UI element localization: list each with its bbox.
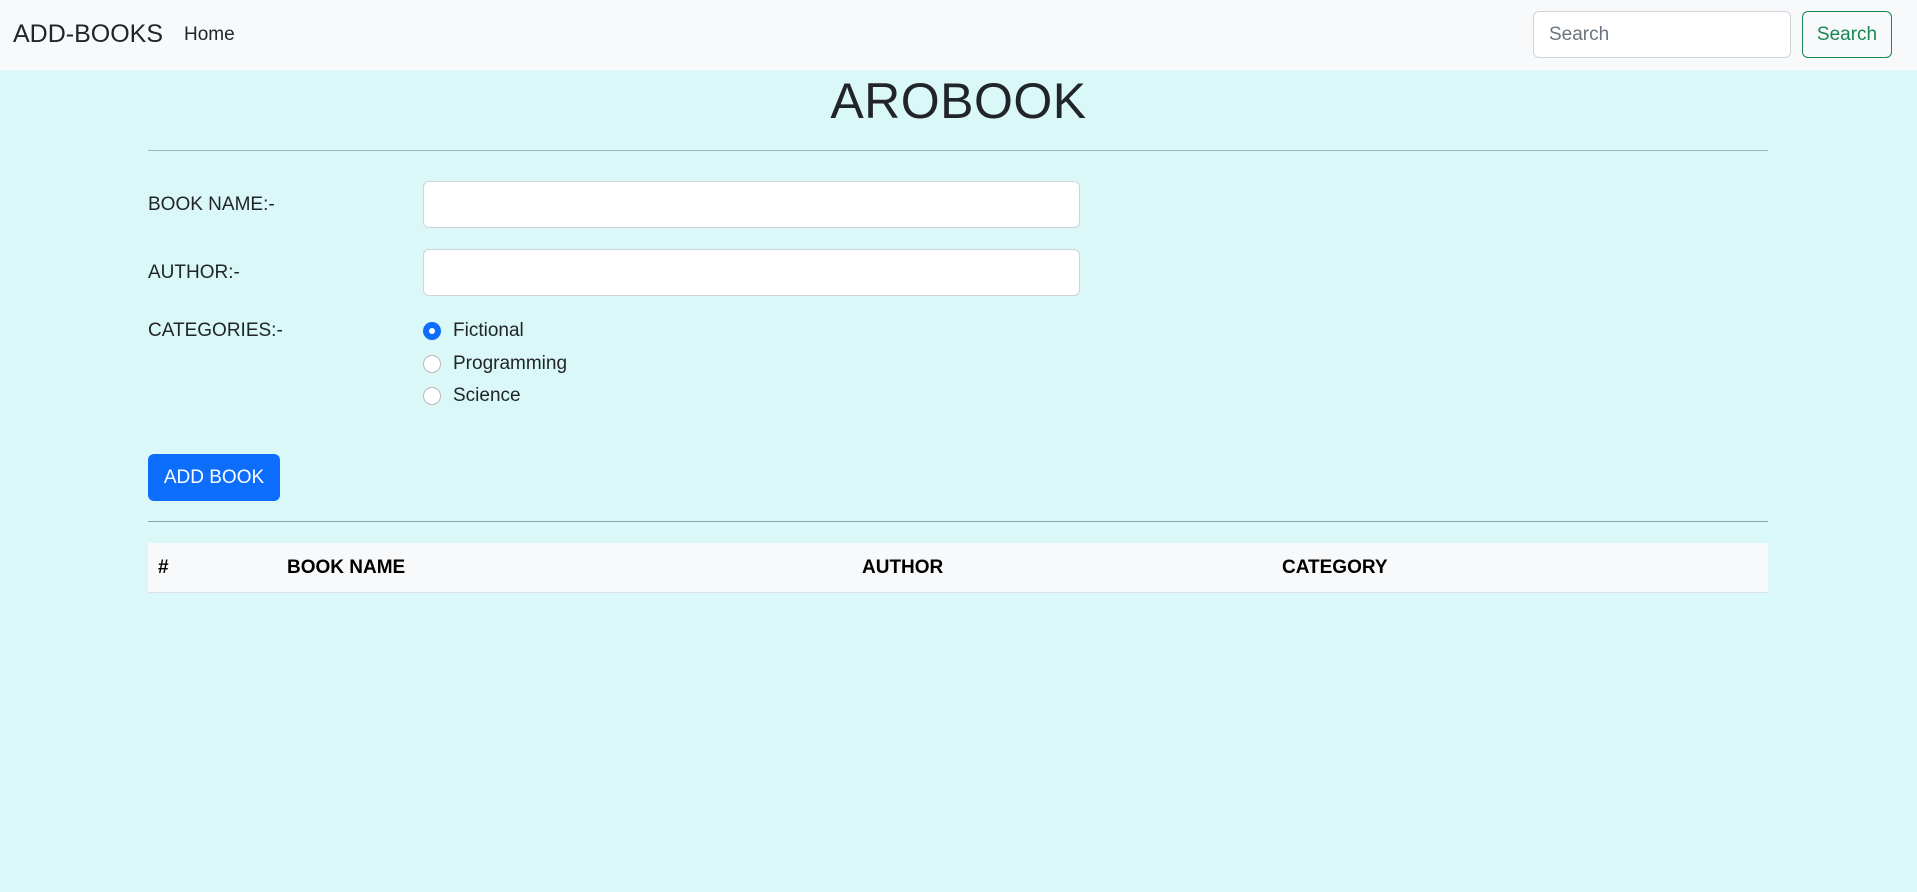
category-option-science[interactable]: Science (423, 384, 521, 408)
search-input[interactable] (1533, 11, 1791, 58)
category-option-programming[interactable]: Programming (423, 352, 567, 376)
category-label-programming: Programming (453, 353, 568, 374)
column-header-category: CATEGORY (1282, 557, 1388, 578)
radio-programming[interactable] (423, 355, 441, 373)
page-title: AROBOOK (830, 73, 1087, 129)
category-option-fictional[interactable]: Fictional (423, 319, 524, 343)
main-content: AROBOOK BOOK NAME:- AUTHOR:- CATEGORIES:… (0, 70, 1917, 892)
book-name-input[interactable] (423, 181, 1080, 228)
radio-science[interactable] (423, 387, 441, 405)
column-header-author: AUTHOR (862, 557, 944, 578)
divider-top (148, 150, 1768, 151)
category-label-fictional: Fictional (453, 320, 524, 341)
search-button[interactable]: Search (1802, 11, 1892, 58)
divider-middle (148, 521, 1768, 522)
add-book-button[interactable]: ADD BOOK (148, 454, 280, 501)
categories-label: CATEGORIES:- (148, 320, 283, 341)
book-name-label: BOOK NAME:- (148, 194, 275, 215)
nav-home-link[interactable]: Home (184, 24, 235, 46)
navbar: ADD-BOOKS Home Search (0, 0, 1917, 70)
author-label: AUTHOR:- (148, 262, 240, 283)
brand-link[interactable]: ADD-BOOKS (13, 20, 163, 49)
category-label-science: Science (453, 385, 521, 406)
author-input[interactable] (423, 249, 1080, 296)
column-header-book-name: BOOK NAME (287, 557, 406, 578)
column-header-number: # (158, 557, 169, 578)
books-table-header: # BOOK NAME AUTHOR CATEGORY (148, 543, 1768, 593)
radio-fictional[interactable] (423, 322, 441, 340)
